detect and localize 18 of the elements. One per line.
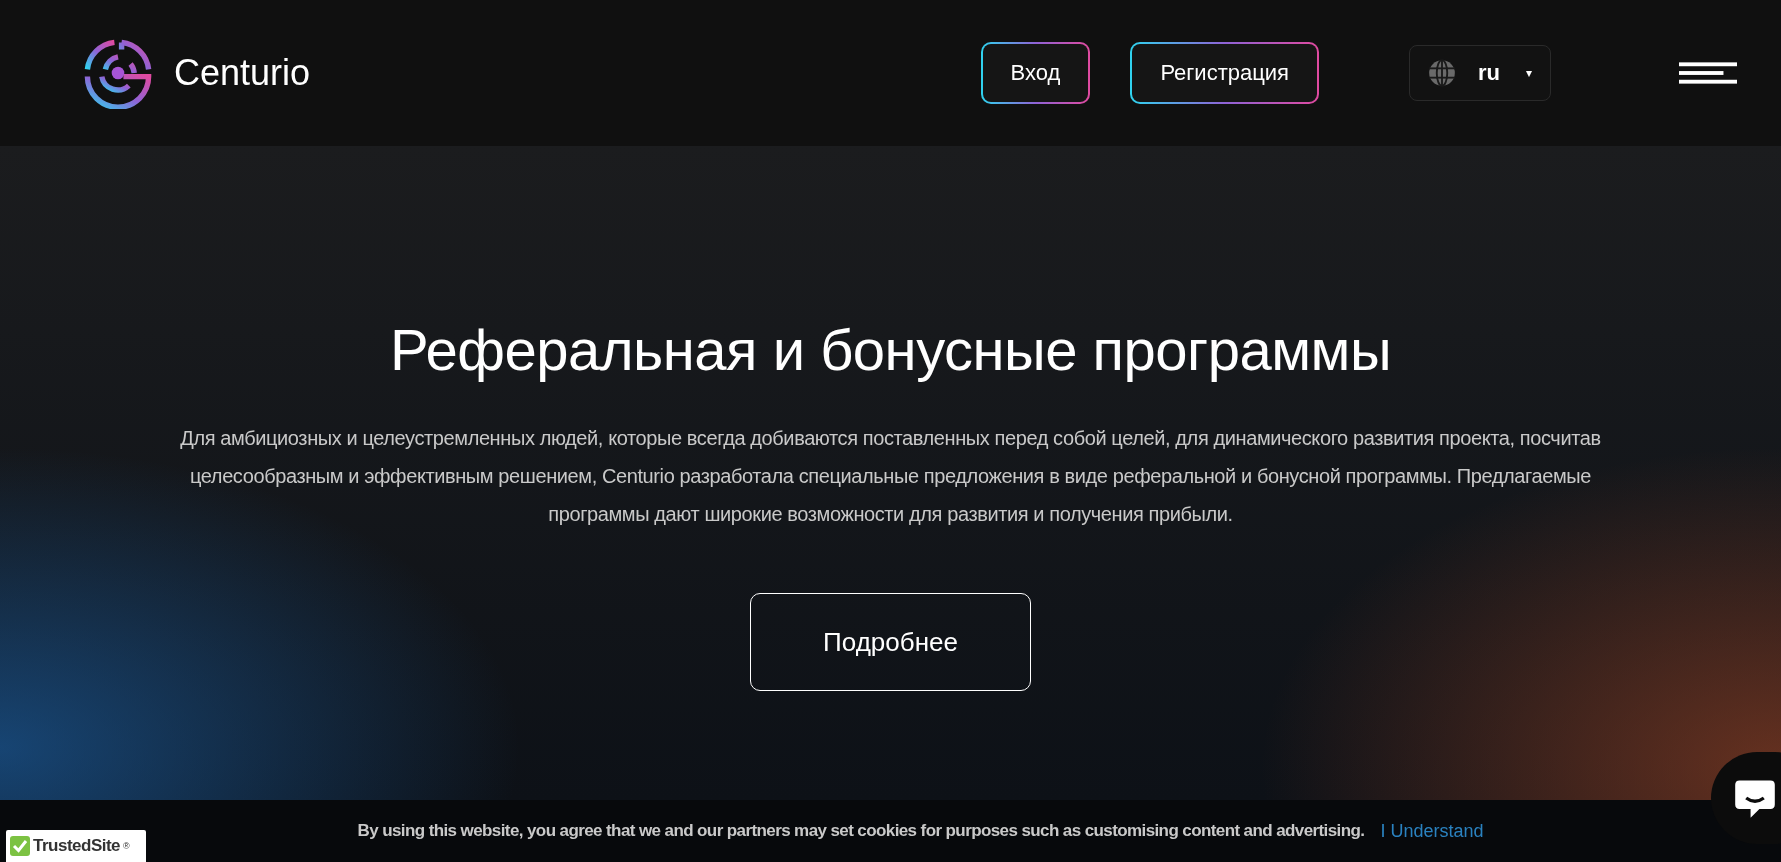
- logo-icon[interactable]: [82, 37, 154, 109]
- hero-text: Для амбициозных и целеустремленных людей, которые всегда добиваются поставленных перед собой целей, для динамического развития проекта, посчитав целесообразным и эффективным решением, Centurio разработала специальные предложения в виде реферальной и бонусной программы. Предлагаемые программы дают широкие возможности для развития и получения прибыли.: [179, 426, 1602, 527]
- logo-text[interactable]: Centurio: [174, 52, 311, 94]
- accept-link[interactable]: I Understand: [1380, 820, 1484, 842]
- language-value: ru: [1478, 60, 1500, 86]
- caret-icon: ▾: [1526, 66, 1532, 80]
- check-icon: [10, 836, 30, 856]
- trust-badge[interactable]: TrustedSite $^{®}$: [6, 830, 146, 862]
- details-button[interactable]: Подробнее: [750, 593, 1031, 691]
- register-button[interactable]: Регистрация: [1130, 42, 1319, 104]
- badge-text: TrustedSite: [33, 836, 121, 856]
- menu-icon[interactable]: [1679, 62, 1737, 84]
- language-selector[interactable]: ru ▾: [1409, 45, 1551, 101]
- hero-title: Реферальная и бонусные программы: [389, 316, 1392, 383]
- globe-icon: [1428, 59, 1456, 87]
- cookie-text: By using this website, you agree that we and our partners may set cookies for purposes such as customising content and advertising.: [357, 821, 1365, 841]
- registered-mark: ®: [123, 841, 130, 851]
- login-button[interactable]: Вход: [980, 42, 1091, 104]
